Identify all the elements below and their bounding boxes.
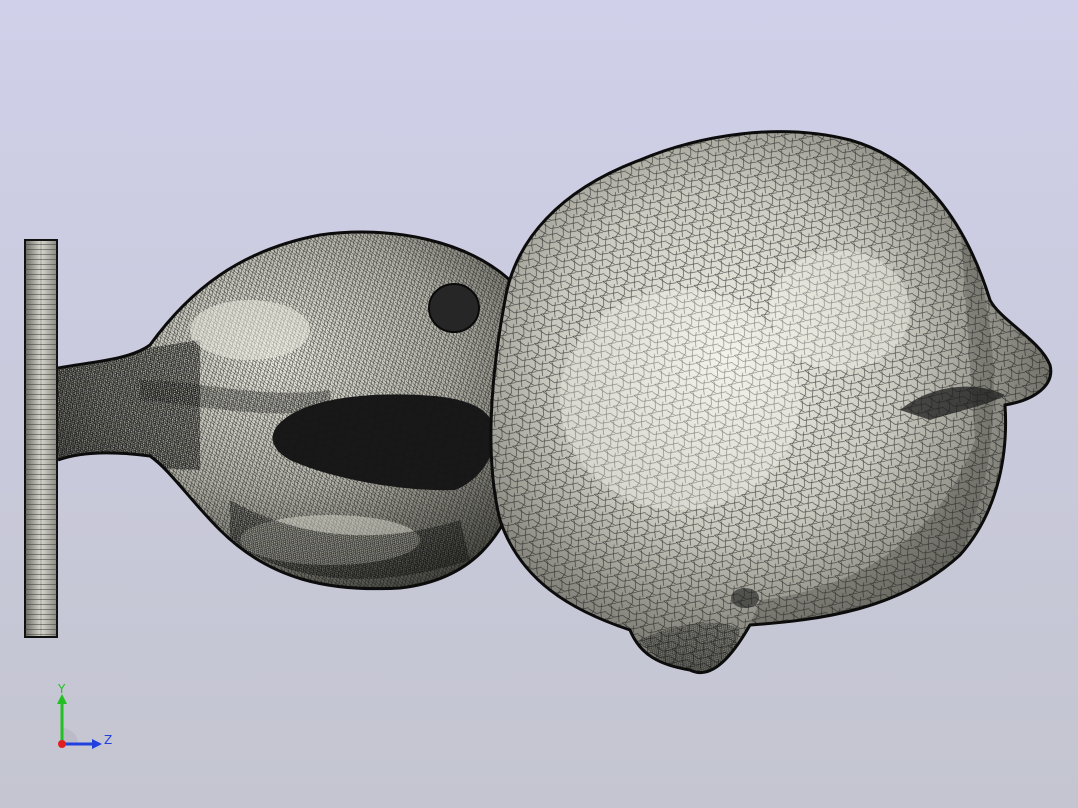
mesh-model-view[interactable] (0, 0, 1078, 808)
y-axis-label: Y (57, 684, 66, 696)
x-axis-dot-icon (58, 740, 66, 748)
coordinate-triad: Y Z (57, 684, 112, 749)
front-bulb[interactable] (55, 220, 555, 600)
rear-bulb[interactable] (480, 110, 1070, 690)
z-axis-label: Z (104, 733, 112, 747)
base-plate[interactable] (24, 239, 58, 638)
z-arrowhead-icon (92, 739, 102, 749)
graphics-viewport[interactable]: Y Z (0, 0, 1078, 808)
eye-hole (428, 283, 480, 333)
